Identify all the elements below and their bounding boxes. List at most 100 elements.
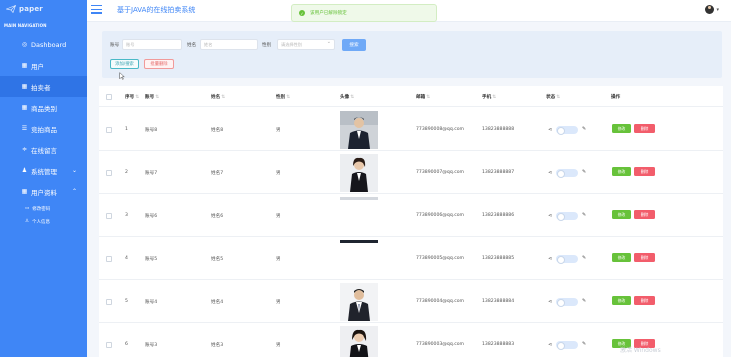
cell-email: 773890007@qq.com [416, 170, 465, 175]
sidebar-item-categories[interactable]: ▦ 商品类别 [0, 97, 87, 118]
avatar-photo[interactable] [340, 283, 378, 321]
sidebar-item-auctioneers[interactable]: ▦ 拍卖者 [0, 76, 87, 97]
share-icon[interactable]: ⋖ [548, 127, 552, 133]
status-toggle[interactable] [556, 126, 578, 135]
column-header-name[interactable]: 姓名⇅ [211, 94, 225, 100]
cell-gender: 男 [276, 343, 281, 348]
edit-button[interactable]: 修改 [612, 253, 631, 262]
cell-account: 账号6 [145, 214, 158, 219]
share-icon[interactable]: ⋖ [548, 170, 552, 176]
row-checkbox[interactable] [106, 342, 112, 348]
row-checkbox[interactable] [106, 256, 112, 262]
delete-button[interactable]: 删除 [634, 167, 655, 176]
status-toggle[interactable] [556, 169, 578, 178]
column-header-gender[interactable]: 性别⇅ [276, 94, 290, 100]
cell-name: 姓名4 [211, 300, 224, 305]
sidebar-subitem-personal-info[interactable]: ♙ 个人信息 [0, 215, 87, 228]
column-header-label: 性别 [276, 95, 286, 100]
avatar-photo[interactable] [340, 240, 378, 278]
delete-button[interactable]: 删除 [634, 124, 655, 133]
row-checkbox[interactable] [106, 170, 112, 176]
gender-select-placeholder: 请选择性别 [281, 41, 302, 47]
column-header-label: 操作 [611, 95, 621, 100]
row-checkbox[interactable] [106, 299, 112, 305]
dashboard-icon: ◎ [21, 41, 28, 48]
sort-icon: ⇅ [556, 95, 561, 100]
logo[interactable]: paper [0, 0, 87, 18]
chevron-down-icon: ⌄ [71, 167, 77, 174]
user-menu[interactable]: ▾ [705, 5, 719, 14]
cell-phone: 13823888887 [482, 170, 515, 175]
cell-gender: 男 [276, 214, 281, 219]
add-button[interactable]: 添加/搜索 [110, 59, 139, 69]
share-icon[interactable]: ⋖ [548, 299, 552, 305]
column-header-label: 头像 [340, 95, 350, 100]
row-checkbox[interactable] [106, 127, 112, 133]
topbar: 基于JAVA的在线拍卖系统 ✓ 该用户已解除锁定 ▾ [87, 0, 731, 22]
delete-button[interactable]: 删除 [634, 253, 655, 262]
sidebar-item-label: 拍卖者 [31, 83, 51, 92]
share-icon[interactable]: ⋖ [548, 256, 552, 262]
cell-email: 773890006@qq.com [416, 213, 465, 218]
sidebar-item-system[interactable]: ♟ 系统管理 ⌄ [0, 160, 87, 181]
status-toggle[interactable] [556, 212, 578, 221]
account-input[interactable]: 账号 [122, 39, 182, 50]
delete-button[interactable]: 删除 [634, 296, 655, 305]
cell-gender: 男 [276, 171, 281, 176]
bulk-delete-button[interactable]: 批量删除 [144, 59, 174, 69]
select-all-checkbox[interactable] [106, 94, 112, 100]
column-header-account[interactable]: 账号⇅ [145, 94, 159, 100]
sidebar-item-messages[interactable]: ≑ 在线留言 [0, 139, 87, 160]
success-toast: ✓ 该用户已解除锁定 [291, 4, 437, 22]
column-header-email[interactable]: 邮箱⇅ [416, 94, 430, 100]
cell-account: 账号8 [145, 128, 158, 133]
pencil-icon[interactable]: ✎ [582, 212, 586, 218]
avatar-photo[interactable] [340, 326, 378, 357]
cell-email: 773890005@qq.com [416, 256, 465, 261]
avatar[interactable] [705, 5, 715, 14]
column-header-label: 姓名 [211, 95, 221, 100]
name-input[interactable]: 姓名 [200, 39, 258, 50]
cell-name: 姓名6 [211, 214, 224, 219]
sidebar-item-auction-items[interactable]: ☰ 竞拍商品 [0, 118, 87, 139]
column-header-status[interactable]: 状态⇅ [546, 94, 560, 100]
windows-activation-watermark: 激活 Windows [620, 347, 661, 354]
column-header-phone[interactable]: 手机⇅ [482, 94, 496, 100]
menu-toggle-icon[interactable] [91, 5, 102, 14]
share-icon[interactable]: ⋖ [548, 342, 552, 348]
cell-phone: 13823888885 [482, 256, 515, 261]
column-header-avatar[interactable]: 头像⇅ [340, 94, 354, 100]
edit-button[interactable]: 修改 [612, 167, 631, 176]
delete-button[interactable]: 删除 [634, 210, 655, 219]
search-button[interactable]: 搜索 [342, 39, 366, 51]
share-icon[interactable]: ⋖ [548, 213, 552, 219]
pencil-icon[interactable]: ✎ [582, 126, 586, 132]
status-toggle[interactable] [556, 298, 578, 307]
table-row: 4 账号5 姓名5 男 773890005@qq.com 13823888885… [99, 237, 723, 280]
edit-button[interactable]: 修改 [612, 124, 631, 133]
pencil-icon[interactable]: ✎ [582, 169, 586, 175]
avatar-photo[interactable] [340, 154, 378, 192]
sidebar-item-users[interactable]: ▦ 用户 [0, 55, 87, 76]
pencil-icon[interactable]: ✎ [582, 298, 586, 304]
sidebar-item-profile[interactable]: ▦ 用户资料 ⌃ [0, 181, 87, 202]
pencil-icon[interactable]: ✎ [582, 341, 586, 347]
status-toggle[interactable] [556, 255, 578, 264]
avatar-photo[interactable] [340, 111, 378, 149]
avatar-photo[interactable] [340, 197, 378, 235]
cell-index: 2 [125, 170, 128, 175]
gender-select[interactable]: 请选择性别 [277, 39, 335, 50]
sidebar-item-dashboard[interactable]: ◎ Dashboard [0, 34, 87, 55]
edit-button[interactable]: 修改 [612, 210, 631, 219]
column-header-index[interactable]: 序号⇅ [125, 94, 139, 100]
chevron-up-icon: ⌃ [71, 188, 77, 195]
cell-phone: 13823888884 [482, 299, 515, 304]
cell-index: 6 [125, 342, 128, 347]
pencil-icon[interactable]: ✎ [582, 255, 586, 261]
cell-name: 姓名3 [211, 343, 224, 348]
sidebar-subitem-password[interactable]: ▭ 修改密码 [0, 202, 87, 215]
edit-button[interactable]: 修改 [612, 296, 631, 305]
table-row: 1 账号8 姓名8 男 773890008@qq.com 13823888888… [99, 108, 723, 151]
status-toggle[interactable] [556, 341, 578, 350]
row-checkbox[interactable] [106, 213, 112, 219]
